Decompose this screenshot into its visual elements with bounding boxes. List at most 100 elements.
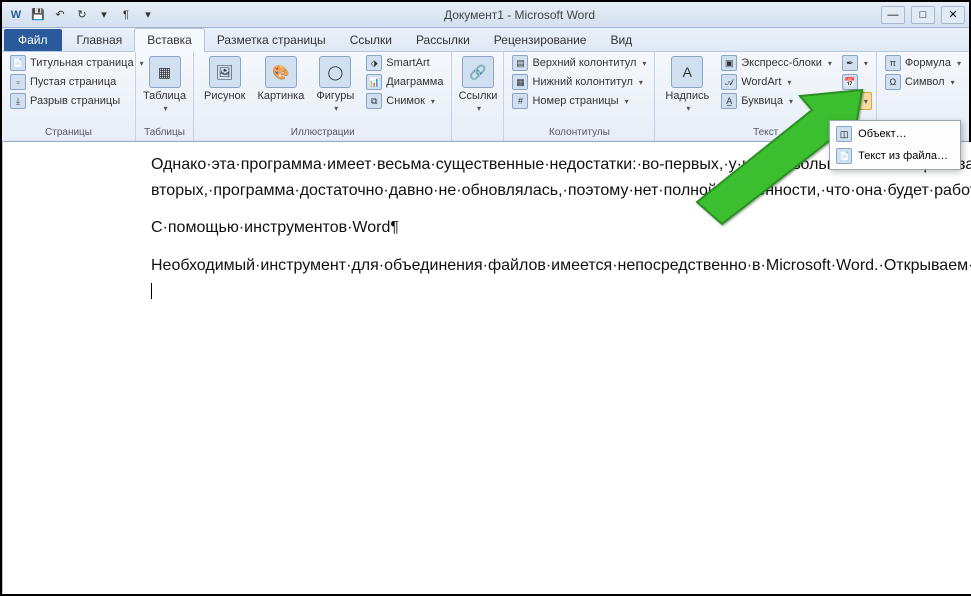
page-break-button[interactable]: ⤓ Разрыв страницы — [6, 92, 148, 110]
paragraph-2[interactable]: С·помощью·инструментов·Word¶ — [151, 215, 971, 241]
picture-button[interactable]: 🖼 Рисунок — [198, 54, 252, 104]
window-title: Документ1 - Microsoft Word — [158, 8, 881, 22]
screenshot-button[interactable]: ⧉Снимок▾ — [362, 92, 447, 110]
menu-item-object[interactable]: ◫Объект… — [832, 123, 958, 145]
header-icon: ▤ — [512, 55, 528, 71]
page-number-button[interactable]: #Номер страницы▾ — [508, 92, 650, 110]
menu-item-text-from-file-label: Текст из файла… — [858, 150, 948, 162]
word-icon[interactable]: W — [6, 5, 26, 25]
hyperlink-label: Ссылки — [459, 90, 498, 102]
screenshot-icon: ⧉ — [366, 93, 382, 109]
group-tables-title: Таблицы — [140, 126, 189, 139]
table-icon: ▦ — [149, 56, 181, 88]
group-links-title — [456, 126, 499, 139]
save-icon[interactable]: 💾 — [28, 5, 48, 25]
quick-parts-icon: ▣ — [721, 55, 737, 71]
smartart-button[interactable]: ⬗SmartArt — [362, 54, 447, 72]
tab-review[interactable]: Рецензирование — [482, 29, 599, 51]
maximize-button[interactable]: □ — [911, 6, 935, 24]
tab-references[interactable]: Ссылки — [338, 29, 404, 51]
blank-page-button[interactable]: ▫ Пустая страница — [6, 73, 148, 91]
page-break-icon: ⤓ — [10, 93, 26, 109]
symbol-label: Символ — [905, 76, 945, 88]
object-dropdown-menu: ◫Объект… 📄 Текст из файла… — [829, 120, 961, 170]
chart-icon: 📊 — [366, 74, 382, 90]
table-button[interactable]: ▦ Таблица▾ — [137, 54, 192, 115]
shapes-icon: ◯ — [319, 56, 351, 88]
smartart-label: SmartArt — [386, 57, 429, 69]
drop-cap-icon: A̲ — [721, 93, 737, 109]
signature-button[interactable]: ✒▾ — [838, 54, 872, 72]
close-button[interactable]: ✕ — [941, 6, 965, 24]
hyperlink-button[interactable]: 🔗Ссылки▾ — [453, 54, 504, 115]
object-icon: ◫ — [842, 93, 858, 109]
cover-page-button[interactable]: 📄Титульная страница▾ — [6, 54, 148, 72]
document-content[interactable]: Однако·эта·программа·имеет·весьма·сущест… — [3, 150, 971, 304]
equation-label: Формула — [905, 57, 951, 69]
menu-item-object-label: Объект… — [858, 128, 906, 140]
drop-cap-label: Буквица — [741, 95, 783, 107]
symbol-icon: Ω — [885, 74, 901, 90]
minimize-button[interactable]: — — [881, 6, 905, 24]
clipart-label: Картинка — [258, 90, 305, 102]
chart-button[interactable]: 📊Диаграмма — [362, 73, 447, 91]
document-page[interactable]: Однако·эта·программа·имеет·весьма·сущест… — [3, 142, 971, 594]
qat-icon[interactable]: ¶ — [116, 5, 136, 25]
paragraph-3[interactable]: Необходимый·инструмент·для·объединения·ф… — [151, 253, 971, 304]
date-time-icon: 📅 — [842, 74, 858, 90]
cover-page-label: Титульная страница — [30, 57, 134, 69]
wordart-icon: 𝒜 — [721, 74, 737, 90]
page-break-label: Разрыв страницы — [30, 95, 120, 107]
quick-parts-button[interactable]: ▣Экспресс-блоки▾ — [717, 54, 836, 72]
shapes-label: Фигуры — [316, 90, 354, 102]
group-tables: ▦ Таблица▾ Таблицы — [136, 52, 194, 141]
tab-file[interactable]: Файл — [4, 29, 62, 51]
picture-icon: 🖼 — [209, 56, 241, 88]
hyperlink-icon: 🔗 — [462, 56, 494, 88]
shapes-button[interactable]: ◯Фигуры▾ — [310, 54, 360, 115]
tab-mailings[interactable]: Рассылки — [404, 29, 482, 51]
text-cursor — [151, 283, 152, 299]
equation-icon: π — [885, 55, 901, 71]
tab-insert[interactable]: Вставка — [134, 28, 205, 52]
wordart-button[interactable]: 𝒜WordArt▾ — [717, 73, 836, 91]
quick-access-toolbar: W 💾 ↶ ↻ ▾ ¶ ▾ — [6, 5, 158, 25]
redo-icon[interactable]: ↻ — [72, 5, 92, 25]
menu-item-text-from-file[interactable]: 📄 Текст из файла… — [832, 145, 958, 167]
drop-cap-button[interactable]: A̲Буквица▾ — [717, 92, 836, 110]
qat-dropdown-icon[interactable]: ▾ — [138, 5, 158, 25]
picture-label: Рисунок — [204, 90, 246, 102]
paragraph-3-text: Необходимый·инструмент·для·объединения·ф… — [151, 257, 971, 274]
undo-icon[interactable]: ↶ — [50, 5, 70, 25]
clipart-button[interactable]: 🎨 Картинка — [252, 54, 311, 104]
header-button[interactable]: ▤Верхний колонтитул▾ — [508, 54, 650, 72]
page-number-icon: # — [512, 93, 528, 109]
group-header-footer-title: Колонтитулы — [508, 126, 650, 139]
ribbon-tabs: Файл Главная Вставка Разметка страницы С… — [2, 28, 969, 52]
text-from-file-icon: 📄 — [836, 148, 852, 164]
tab-page-layout[interactable]: Разметка страницы — [205, 29, 338, 51]
wordart-label: WordArt — [741, 76, 781, 88]
footer-button[interactable]: ▦Нижний колонтитул▾ — [508, 73, 650, 91]
blank-page-label: Пустая страница — [30, 76, 116, 88]
date-time-button[interactable]: 📅 — [838, 73, 872, 91]
qat-customize-icon[interactable]: ▾ — [94, 5, 114, 25]
group-pages: 📄Титульная страница▾ ▫Пустая страница ⤓Р… — [2, 52, 136, 141]
tab-home[interactable]: Главная — [65, 29, 135, 51]
group-illustrations-title: Иллюстрации — [198, 126, 447, 139]
header-label: Верхний колонтитул — [532, 57, 636, 69]
page-number-label: Номер страницы — [532, 95, 618, 107]
table-label: Таблица — [143, 90, 186, 102]
clipart-icon: 🎨 — [265, 56, 297, 88]
group-pages-title: Страницы — [6, 126, 131, 139]
tab-view[interactable]: Вид — [598, 29, 644, 51]
group-links: 🔗Ссылки▾ — [452, 52, 504, 141]
object-button[interactable]: ◫▾ — [838, 92, 872, 110]
equation-button[interactable]: πФормула▾ — [881, 54, 965, 72]
cover-page-icon: 📄 — [10, 55, 26, 71]
symbol-button[interactable]: ΩСимвол▾ — [881, 73, 965, 91]
textbox-button[interactable]: AНадпись▾ — [659, 54, 715, 115]
group-header-footer: ▤Верхний колонтитул▾ ▦Нижний колонтитул▾… — [504, 52, 655, 141]
document-area: Однако·эта·программа·имеет·весьма·сущест… — [2, 142, 969, 594]
blank-page-icon: ▫ — [10, 74, 26, 90]
